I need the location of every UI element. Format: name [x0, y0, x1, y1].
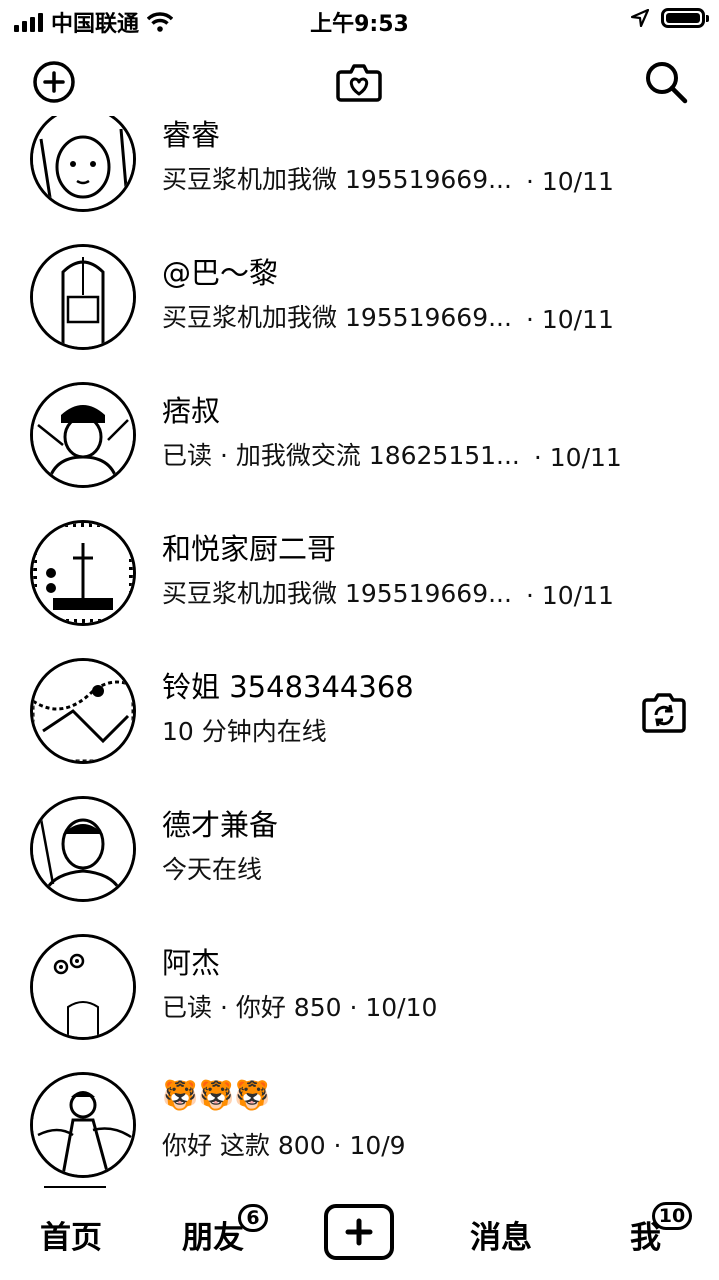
- list-item[interactable]: 和悦家厨二哥 买豆浆机加我微 195519669... · 10/11: [0, 506, 719, 644]
- list-item[interactable]: 🐯🐯🐯 你好 这款 800 · 10/9: [0, 1058, 719, 1188]
- list-item[interactable]: 铃姐 3548344368 10 分钟内在线: [0, 644, 719, 782]
- avatar[interactable]: [30, 796, 136, 902]
- message-date: · 10/11: [525, 305, 614, 334]
- last-message: 已读 · 你好 850 · 10/10: [162, 988, 437, 1024]
- avatar[interactable]: [30, 244, 136, 350]
- contact-name: @巴～黎: [162, 256, 279, 290]
- list-item[interactable]: 睿睿 买豆浆机加我微 195519669... · 10/11: [0, 116, 719, 230]
- last-message: 今天在线: [162, 850, 262, 886]
- conversation-list: 睿睿 买豆浆机加我微 195519669... · 10/11 @巴～黎 买豆浆机…: [0, 116, 719, 1188]
- last-message: 已读 · 加我微交流 18625151... · 10/11: [162, 436, 622, 472]
- camera-refresh-icon[interactable]: [641, 690, 687, 736]
- top-nav: [0, 52, 719, 116]
- message-date: · 10/11: [525, 167, 614, 196]
- last-message: 你好 这款 800 · 10/9: [162, 1126, 406, 1162]
- list-item[interactable]: 痞叔 已读 · 加我微交流 18625151... · 10/11: [0, 368, 719, 506]
- avatar[interactable]: [30, 934, 136, 1040]
- location-icon: [631, 9, 649, 27]
- active-tab-indicator: [44, 1186, 106, 1188]
- heart-camera-icon[interactable]: [335, 58, 383, 106]
- status-bar: 中国联通 上午9:53: [0, 0, 719, 40]
- avatar[interactable]: [30, 382, 136, 488]
- last-message: 10 分钟内在线: [162, 712, 327, 748]
- avatar[interactable]: [30, 1072, 136, 1178]
- last-message: 买豆浆机加我微 195519669... · 10/11: [162, 574, 614, 610]
- message-preview: 已读 · 加我微交流 18625151...: [162, 441, 520, 470]
- message-date: · 10/11: [533, 443, 622, 472]
- avatar[interactable]: [30, 116, 136, 212]
- battery-icon: [661, 8, 709, 28]
- last-message: 买豆浆机加我微 195519669... · 10/11: [162, 298, 614, 334]
- list-item[interactable]: 德才兼备 今天在线: [0, 782, 719, 920]
- contact-name: 🐯🐯🐯: [162, 1078, 271, 1112]
- tab-friends[interactable]: 朋友: [182, 1212, 244, 1257]
- message-preview: 你好 这款 800 · 10/9: [162, 1131, 406, 1160]
- list-item[interactable]: @巴～黎 买豆浆机加我微 195519669... · 10/11: [0, 230, 719, 368]
- message-preview: 买豆浆机加我微 195519669...: [162, 579, 512, 608]
- list-item[interactable]: 阿杰 已读 · 你好 850 · 10/10: [0, 920, 719, 1058]
- last-message: 买豆浆机加我微 195519669... · 10/11: [162, 160, 614, 196]
- bottom-tab-bar: 首页 朋友 6 消息 我 10: [0, 1186, 719, 1280]
- plus-icon: [345, 1218, 373, 1246]
- screen: 中国联通 上午9:53 睿睿 买豆浆机加我微 195519669... · 10…: [0, 0, 719, 1280]
- avatar[interactable]: [30, 658, 136, 764]
- status-time: 上午9:53: [310, 12, 409, 37]
- contact-name: 德才兼备: [162, 808, 279, 842]
- contact-name: 睿睿: [162, 118, 221, 152]
- search-icon[interactable]: [642, 58, 690, 106]
- message-date: · 10/11: [525, 581, 614, 610]
- message-preview: 已读 · 你好 850 · 10/10: [162, 993, 438, 1022]
- message-preview: 买豆浆机加我微 195519669...: [162, 165, 512, 194]
- message-preview: 买豆浆机加我微 195519669...: [162, 303, 512, 332]
- contact-name: 和悦家厨二哥: [162, 532, 337, 566]
- avatar[interactable]: [30, 520, 136, 626]
- add-post-button[interactable]: [324, 1204, 394, 1260]
- status-right: [631, 8, 709, 28]
- me-badge: 10: [652, 1202, 692, 1230]
- friends-badge: 6: [238, 1204, 268, 1232]
- tab-home[interactable]: 首页: [40, 1212, 102, 1257]
- add-circle-icon[interactable]: [30, 58, 78, 106]
- message-preview: 今天在线: [162, 855, 263, 884]
- message-preview: 10 分钟内在线: [162, 717, 327, 746]
- contact-name: 痞叔: [162, 394, 221, 428]
- contact-name: 铃姐 3548344368: [162, 670, 414, 704]
- contact-name: 阿杰: [162, 946, 221, 980]
- tab-messages[interactable]: 消息: [470, 1212, 532, 1257]
